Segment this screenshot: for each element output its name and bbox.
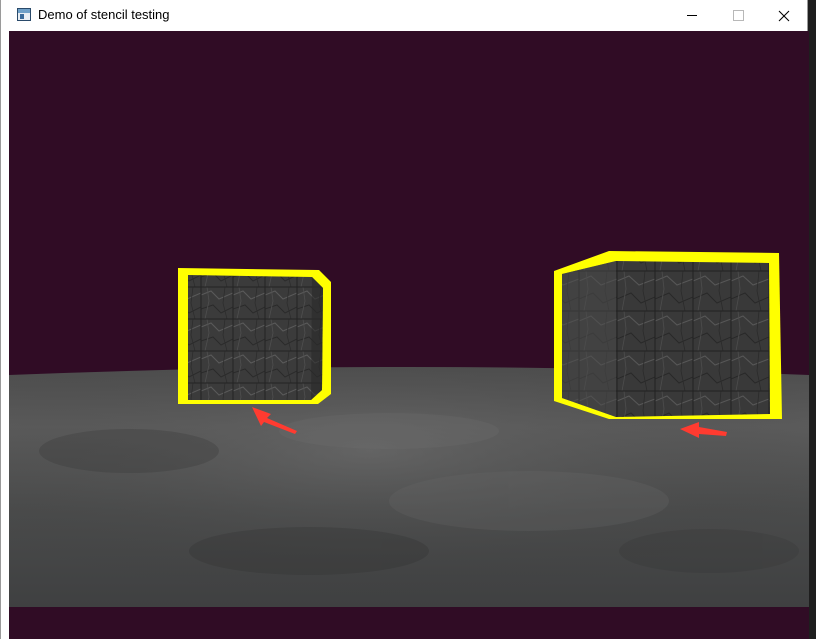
- stencil-scene: [9, 31, 809, 639]
- cube-left-side-face: [311, 277, 323, 400]
- render-viewport[interactable]: [9, 31, 809, 639]
- background-editor-window: [808, 0, 816, 639]
- title-bar[interactable]: Demo of stencil testing: [1, 0, 807, 31]
- maximize-button[interactable]: [715, 0, 761, 31]
- viewport-bottom-strip: [9, 607, 809, 639]
- window-app-icon: [17, 8, 31, 21]
- minimize-button[interactable]: [669, 0, 715, 31]
- cube-right-side-face: [562, 261, 616, 417]
- close-button[interactable]: [761, 0, 807, 31]
- app-window: Demo of stencil testing: [0, 0, 809, 639]
- maximize-icon: [732, 10, 744, 21]
- close-icon: [778, 10, 790, 21]
- window-title: Demo of stencil testing: [38, 7, 170, 22]
- screen: Demo of stencil testing: [0, 0, 816, 639]
- minimize-icon: [687, 15, 697, 16]
- cube-left: [188, 275, 323, 400]
